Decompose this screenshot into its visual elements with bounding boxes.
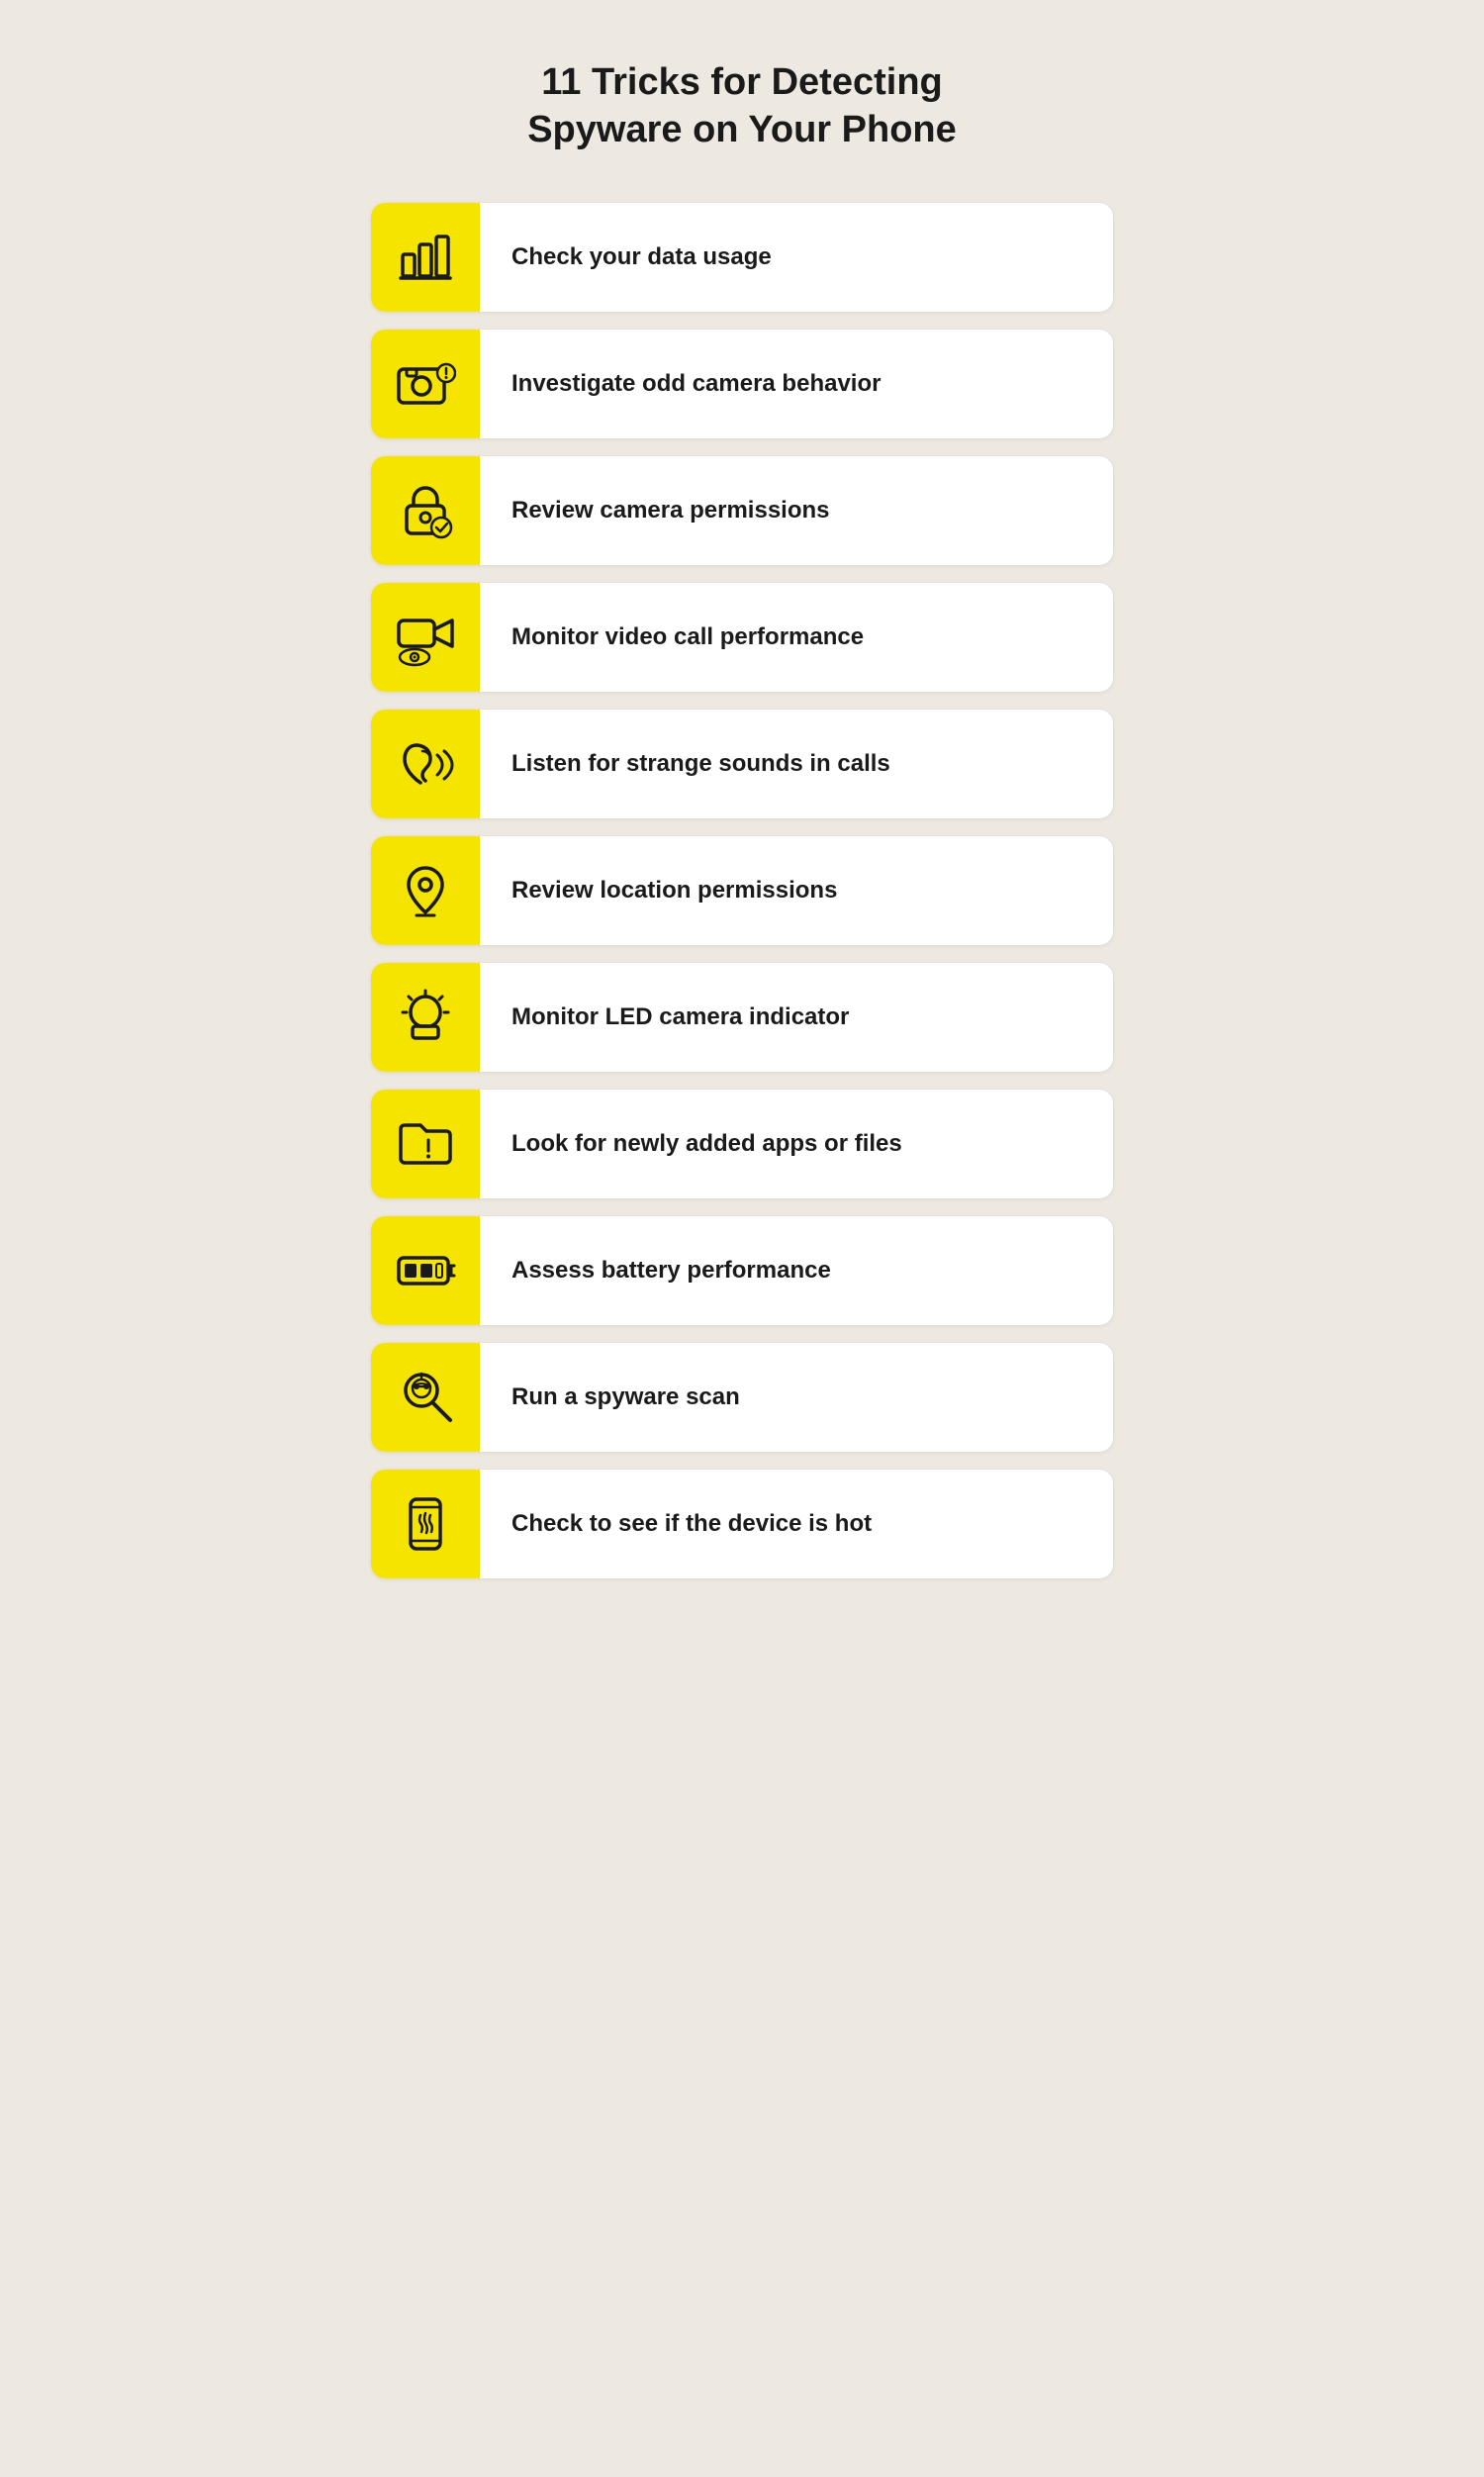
led-indicator-icon-box: [371, 963, 480, 1072]
location-pin-icon: [395, 860, 456, 921]
spy-search-icon: [395, 1367, 456, 1428]
list-item: Look for newly added apps or files: [371, 1090, 1113, 1198]
item-label-sounds-calls: Listen for strange sounds in calls: [480, 748, 922, 779]
phone-heat-icon: [395, 1493, 456, 1555]
list-item: Run a spyware scan: [371, 1343, 1113, 1452]
list-item: Monitor LED camera indicator: [371, 963, 1113, 1072]
item-label-video-call: Monitor video call performance: [480, 621, 895, 652]
list-item: Review camera permissions: [371, 456, 1113, 565]
list-item: Check to see if the device is hot: [371, 1470, 1113, 1578]
item-label-data-usage: Check your data usage: [480, 241, 803, 272]
battery-icon-box: [371, 1216, 480, 1325]
page-title: 11 Tricks for Detecting Spyware on Your …: [371, 59, 1113, 153]
bar-chart-icon: [395, 227, 456, 288]
main-container: 11 Tricks for Detecting Spyware on Your …: [371, 59, 1113, 2398]
list-item: Check your data usage: [371, 203, 1113, 312]
item-label-spyware-scan: Run a spyware scan: [480, 1381, 772, 1412]
list-item: Review location permissions: [371, 836, 1113, 945]
item-label-led-indicator: Monitor LED camera indicator: [480, 1001, 881, 1032]
item-label-device-hot: Check to see if the device is hot: [480, 1508, 903, 1539]
spyware-scan-icon-box: [371, 1343, 480, 1452]
item-label-battery: Assess battery performance: [480, 1255, 863, 1286]
new-apps-icon-box: [371, 1090, 480, 1198]
sounds-calls-icon-box: [371, 710, 480, 818]
item-label-camera-behavior: Investigate odd camera behavior: [480, 368, 912, 399]
video-call-icon-box: [371, 583, 480, 692]
camera-permissions-icon-box: [371, 456, 480, 565]
item-label-location-permissions: Review location permissions: [480, 875, 869, 905]
lock-check-icon: [395, 480, 456, 541]
battery-low-icon: [395, 1240, 456, 1301]
item-label-camera-permissions: Review camera permissions: [480, 495, 862, 525]
video-eye-icon: [395, 607, 456, 668]
tricks-list: Check your data usage Investigate odd ca…: [371, 203, 1113, 1578]
item-label-new-apps: Look for newly added apps or files: [480, 1128, 934, 1159]
list-item: Monitor video call performance: [371, 583, 1113, 692]
camera-alert-icon: [395, 353, 456, 415]
list-item: Investigate odd camera behavior: [371, 330, 1113, 438]
alarm-light-icon: [395, 987, 456, 1048]
device-hot-icon-box: [371, 1470, 480, 1578]
list-item: Listen for strange sounds in calls: [371, 710, 1113, 818]
folder-warning-icon: [395, 1113, 456, 1175]
list-item: Assess battery performance: [371, 1216, 1113, 1325]
camera-behavior-icon-box: [371, 330, 480, 438]
ear-sound-icon: [395, 733, 456, 795]
data-usage-icon-box: [371, 203, 480, 312]
location-permissions-icon-box: [371, 836, 480, 945]
